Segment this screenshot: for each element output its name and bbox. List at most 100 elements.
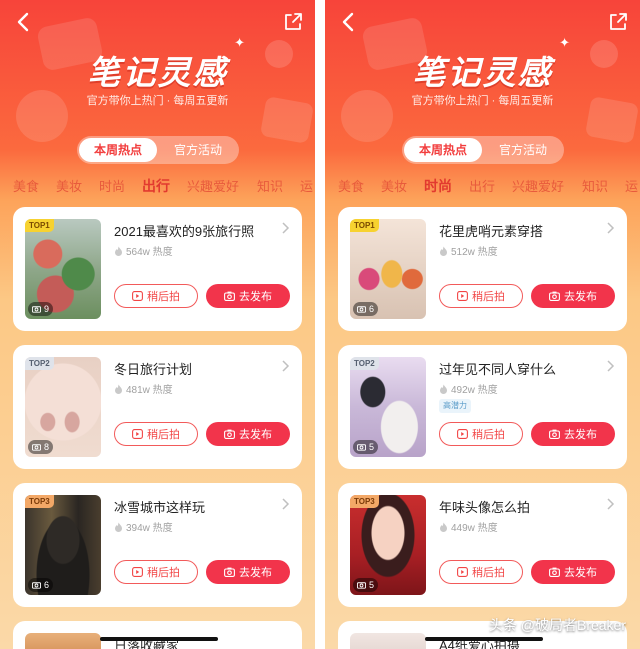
category-nav: 美食 美妆 时尚 出行 兴趣爱好 知识 运 — [0, 176, 315, 198]
chevron-right-icon[interactable] — [280, 497, 290, 511]
camera-icon — [357, 582, 366, 589]
shoot-later-button[interactable]: 稍后拍 — [439, 422, 523, 446]
chevron-right-icon[interactable] — [280, 359, 290, 373]
shoot-later-button[interactable]: 稍后拍 — [114, 284, 198, 308]
category-food[interactable]: 美食 — [338, 176, 364, 195]
camera-icon — [549, 429, 560, 439]
shoot-later-button[interactable]: 稍后拍 — [114, 422, 198, 446]
go-publish-button[interactable]: 去发布 — [531, 284, 615, 308]
shoot-later-label: 稍后拍 — [472, 567, 505, 579]
camera-icon — [224, 567, 235, 577]
rank-badge: TOP3 — [350, 495, 379, 508]
topic-thumbnail[interactable] — [350, 633, 426, 649]
heat-metric: 492w 热度 — [439, 381, 498, 396]
topic-thumbnail[interactable]: TOP3 6 — [25, 495, 101, 595]
category-travel[interactable]: 出行 — [469, 176, 495, 195]
video-add-icon — [132, 291, 143, 301]
flame-icon — [440, 522, 447, 532]
go-publish-button[interactable]: 去发布 — [206, 560, 290, 584]
chevron-right-icon[interactable] — [605, 221, 615, 235]
sparkle-icon: ✦ — [559, 36, 570, 51]
category-travel[interactable]: 出行 — [142, 176, 170, 196]
go-publish-label: 去发布 — [564, 567, 597, 579]
heat-metric: 512w 热度 — [439, 243, 498, 258]
photo-count: 9 — [28, 302, 54, 316]
topic-card[interactable]: TOP3 5 年味头像怎么拍 449w 热度 稍后拍 去发布 — [338, 483, 627, 607]
flame-icon — [115, 384, 122, 394]
camera-icon — [224, 291, 235, 301]
topic-title[interactable]: 2021最喜欢的9张旅行照 — [114, 221, 274, 240]
chevron-right-icon[interactable] — [605, 359, 615, 373]
chevron-right-icon[interactable] — [605, 497, 615, 511]
home-indicator[interactable] — [425, 637, 543, 641]
topic-thumbnail[interactable] — [25, 633, 101, 649]
camera-icon — [549, 291, 560, 301]
topic-thumbnail[interactable]: TOP3 5 — [350, 495, 426, 595]
category-fashion[interactable]: 时尚 — [99, 176, 125, 195]
watermark-text: 头条 @破局者Breaker — [488, 617, 626, 633]
category-hobbies[interactable]: 兴趣爱好 — [512, 176, 564, 195]
category-nav: 美食 美妆 时尚 出行 兴趣爱好 知识 运 — [325, 176, 640, 198]
share-icon[interactable] — [283, 12, 303, 32]
photo-count-value: 8 — [44, 442, 50, 452]
topic-thumbnail[interactable]: TOP1 6 — [350, 219, 426, 319]
flame-icon — [440, 246, 447, 256]
topic-thumbnail[interactable]: TOP2 8 — [25, 357, 101, 457]
potential-tag: 高潜力 — [439, 399, 471, 413]
heat-metric: 564w 热度 — [114, 243, 173, 258]
go-publish-label: 去发布 — [564, 429, 597, 441]
topic-card[interactable]: TOP3 6 冰雪城市这样玩 394w 热度 稍后拍 去发布 — [13, 483, 302, 607]
shoot-later-label: 稍后拍 — [147, 291, 180, 303]
go-publish-button[interactable]: 去发布 — [206, 284, 290, 308]
photo-count-value: 5 — [369, 580, 375, 590]
flame-icon — [115, 522, 122, 532]
share-icon[interactable] — [608, 12, 628, 32]
tab-weekly-hot[interactable]: 本周热点 — [79, 138, 157, 162]
rank-badge: TOP1 — [25, 219, 54, 232]
video-add-icon — [457, 429, 468, 439]
topic-card[interactable]: 日落收藏家 — [13, 621, 302, 649]
shoot-later-button[interactable]: 稍后拍 — [439, 560, 523, 584]
back-arrow-icon[interactable] — [12, 10, 36, 34]
go-publish-button[interactable]: 去发布 — [531, 560, 615, 584]
rank-badge: TOP3 — [25, 495, 54, 508]
topic-title[interactable]: 冬日旅行计划 — [114, 359, 274, 378]
home-indicator[interactable] — [100, 637, 218, 641]
category-hobbies[interactable]: 兴趣爱好 — [187, 176, 239, 195]
go-publish-button[interactable]: 去发布 — [206, 422, 290, 446]
tab-official-events[interactable]: 官方活动 — [159, 138, 237, 162]
topic-title[interactable]: 花里虎哨元素穿搭 — [439, 221, 599, 240]
topic-card[interactable]: TOP2 8 冬日旅行计划 481w 热度 稍后拍 去发布 — [13, 345, 302, 469]
chevron-right-icon[interactable] — [280, 221, 290, 235]
go-publish-button[interactable]: 去发布 — [531, 422, 615, 446]
sparkle-icon: ✦ — [234, 36, 245, 51]
phone-screen-travel: 笔记灵感 ✦ 官方带你上热门 · 每周五更新 本周热点 官方活动 美食 美妆 时… — [0, 0, 315, 649]
photo-count: 5 — [353, 578, 379, 592]
tab-official-events[interactable]: 官方活动 — [484, 138, 562, 162]
category-knowledge[interactable]: 知识 — [582, 176, 608, 195]
topic-card[interactable]: TOP1 6 花里虎哨元素穿搭 512w 热度 稍后拍 去发布 — [338, 207, 627, 331]
category-more[interactable]: 运 — [300, 176, 313, 195]
back-arrow-icon[interactable] — [337, 10, 361, 34]
category-beauty[interactable]: 美妆 — [381, 176, 407, 195]
category-beauty[interactable]: 美妆 — [56, 176, 82, 195]
topic-thumbnail[interactable]: TOP1 9 — [25, 219, 101, 319]
topic-card[interactable]: TOP2 5 过年见不同人穿什么 492w 热度 高潜力 稍后拍 去发布 — [338, 345, 627, 469]
topic-title[interactable]: 冰雪城市这样玩 — [114, 497, 274, 516]
topic-title[interactable]: 年味头像怎么拍 — [439, 497, 599, 516]
shoot-later-button[interactable]: 稍后拍 — [114, 560, 198, 584]
video-add-icon — [132, 429, 143, 439]
category-more[interactable]: 运 — [625, 176, 638, 195]
topic-title[interactable]: 过年见不同人穿什么 — [439, 359, 599, 378]
phone-screen-fashion: 笔记灵感 ✦ 官方带你上热门 · 每周五更新 本周热点 官方活动 美食 美妆 时… — [325, 0, 640, 649]
category-food[interactable]: 美食 — [13, 176, 39, 195]
shoot-later-label: 稍后拍 — [147, 567, 180, 579]
category-fashion[interactable]: 时尚 — [424, 176, 452, 196]
topic-card[interactable]: TOP1 9 2021最喜欢的9张旅行照 564w 热度 稍后拍 去发布 — [13, 207, 302, 331]
category-knowledge[interactable]: 知识 — [257, 176, 283, 195]
shoot-later-label: 稍后拍 — [472, 291, 505, 303]
tab-weekly-hot[interactable]: 本周热点 — [404, 138, 482, 162]
shoot-later-button[interactable]: 稍后拍 — [439, 284, 523, 308]
topic-thumbnail[interactable]: TOP2 5 — [350, 357, 426, 457]
camera-icon — [357, 306, 366, 313]
